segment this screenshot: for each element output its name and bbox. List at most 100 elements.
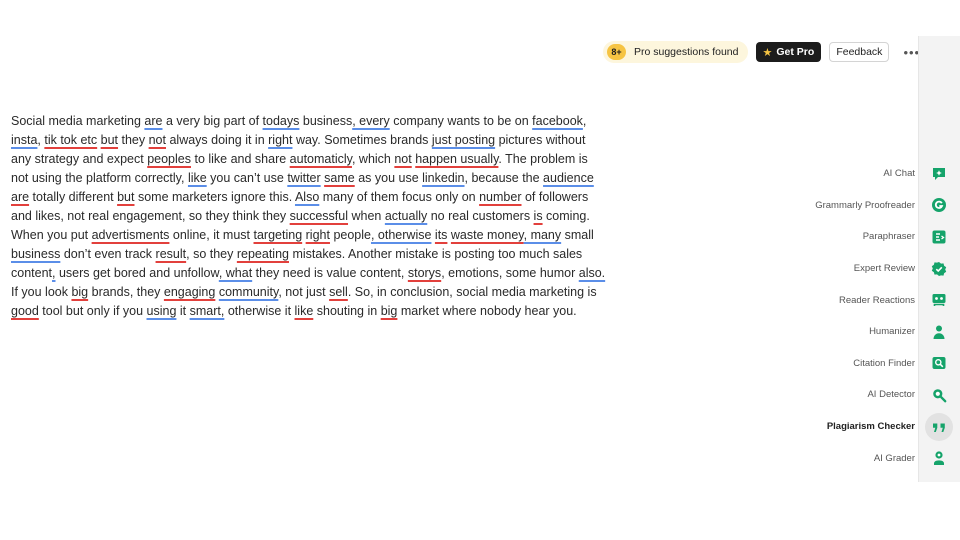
suggestion-highlight[interactable]: smart, — [190, 304, 225, 318]
text-segment: Social media marketing — [11, 114, 145, 128]
sidebar-item-ai-chat[interactable]: AI Chat — [760, 158, 960, 190]
error-highlight[interactable]: like — [295, 304, 314, 318]
sidebar-item-grammarly-proofreader[interactable]: Grammarly Proofreader — [760, 190, 960, 222]
text-segment: always doing it in — [166, 133, 269, 147]
text-line: content, users get bored and unfollow, w… — [11, 264, 651, 283]
text-segment: shouting in — [313, 304, 381, 318]
error-highlight[interactable]: peoples — [147, 152, 191, 166]
suggestion-highlight[interactable]: using — [147, 304, 177, 318]
text-line: not using the platform correctly, like y… — [11, 169, 651, 188]
suggestion-highlight[interactable]: just posting — [432, 133, 495, 147]
error-highlight[interactable]: same — [324, 171, 355, 185]
sidebar-item-expert-review[interactable]: Expert Review — [760, 253, 960, 285]
error-highlight[interactable]: but — [117, 190, 134, 204]
person-icon — [929, 322, 949, 342]
error-highlight[interactable]: waste money — [451, 228, 524, 242]
chat-icon — [929, 164, 949, 184]
text-segment: online, it must — [169, 228, 254, 242]
sidebar-item-citation-finder[interactable]: Citation Finder — [760, 348, 960, 380]
sidebar-item-label: AI Chat — [883, 168, 915, 180]
editor-page: 8+ Pro suggestions found ★ Get Pro Feedb… — [0, 0, 960, 540]
error-highlight[interactable]: not — [149, 133, 166, 147]
suggestion-highlight[interactable]: also. — [579, 266, 605, 280]
sidebar-item-label: AI Grader — [873, 452, 915, 464]
error-highlight[interactable]: big — [71, 285, 88, 299]
error-highlight[interactable]: is — [534, 209, 543, 223]
error-highlight[interactable]: good — [11, 304, 39, 318]
text-segment: , which — [351, 152, 395, 166]
suggestion-highlight[interactable]: todays — [263, 114, 300, 128]
error-highlight[interactable]: its — [435, 228, 448, 242]
suggestion-highlight[interactable]: like — [188, 171, 207, 185]
sidebar-item-label: Reader Reactions — [838, 294, 915, 306]
sidebar-item-plagiarism-checker[interactable]: Plagiarism Checker — [760, 411, 960, 443]
error-highlight[interactable]: advertisments — [92, 228, 170, 242]
suggestion-highlight[interactable]: , otherwise — [371, 228, 431, 242]
suggestion-highlight[interactable]: , many — [524, 228, 562, 242]
sidebar-item-label: Grammarly Proofreader — [815, 199, 915, 211]
suggestion-highlight[interactable]: linkedin — [422, 171, 464, 185]
error-highlight[interactable]: are — [11, 190, 29, 204]
error-highlight[interactable]: tik tok etc — [44, 133, 97, 147]
error-highlight[interactable]: happen usually — [415, 152, 498, 166]
suggestion-highlight[interactable]: community — [219, 285, 279, 299]
get-pro-button[interactable]: ★ Get Pro — [755, 42, 822, 62]
text-segment: you can’t use — [206, 171, 288, 185]
error-highlight[interactable]: right — [306, 228, 330, 242]
sidebar-item-label: Expert Review — [853, 263, 915, 275]
suggestion-highlight[interactable]: twitter — [287, 171, 320, 185]
sidebar-item-reader-reactions[interactable]: Reader Reactions — [760, 284, 960, 316]
error-highlight[interactable]: targeting — [254, 228, 303, 242]
sidebar-item-label: Citation Finder — [853, 357, 915, 369]
sidebar-item-humanizer[interactable]: Humanizer — [760, 316, 960, 348]
suggestion-highlight[interactable]: right — [268, 133, 292, 147]
suggestion-highlight[interactable]: are — [144, 114, 162, 128]
text-line: any strategy and expect peoples to like … — [11, 150, 651, 169]
text-segment: don’t even track — [60, 247, 156, 261]
error-highlight[interactable]: successful — [290, 209, 348, 223]
error-highlight[interactable]: repeating — [237, 247, 289, 261]
error-highlight[interactable]: not — [394, 152, 411, 166]
suggestion-highlight[interactable]: actually — [385, 209, 427, 223]
text-segment: tool but only if you — [38, 304, 147, 318]
text-segment: company wants to be on — [389, 114, 533, 128]
document-text[interactable]: Social media marketing are a very big pa… — [11, 112, 651, 321]
suggestion-highlight[interactable]: , every — [352, 114, 390, 128]
suggestion-highlight[interactable]: Also — [295, 190, 319, 204]
paraphraser-icon — [929, 227, 949, 247]
text-segment: market where nobody hear you. — [397, 304, 577, 318]
text-segment: of followers — [521, 190, 589, 204]
text-segment: otherwise it — [224, 304, 295, 318]
suggestion-highlight[interactable]: insta — [11, 133, 37, 147]
error-highlight[interactable]: sell — [329, 285, 348, 299]
suggestion-highlight[interactable]: , what — [219, 266, 252, 280]
text-segment: people — [329, 228, 371, 242]
text-segment: , so they — [186, 247, 237, 261]
error-highlight[interactable]: automaticly — [290, 152, 352, 166]
get-pro-label: Get Pro — [776, 46, 815, 58]
text-segment: When you put — [11, 228, 92, 242]
suggestion-highlight[interactable]: facebook — [532, 114, 583, 128]
suggestion-highlight[interactable]: business — [11, 247, 60, 261]
pro-suggestions-pill[interactable]: 8+ Pro suggestions found — [603, 41, 748, 63]
tools-sidebar: AI Chat Grammarly Proofreader Paraphrase… — [760, 158, 960, 474]
text-segment: many of them focus only on — [319, 190, 480, 204]
error-highlight[interactable]: result — [156, 247, 187, 261]
text-segment: and likes, not real engagement, so they … — [11, 209, 290, 223]
sidebar-item-ai-grader[interactable]: AI Grader — [760, 442, 960, 474]
text-line: business don’t even track result, so the… — [11, 245, 651, 264]
text-segment: If you look — [11, 285, 72, 299]
error-highlight[interactable]: storys — [408, 266, 441, 280]
suggestion-highlight[interactable]: audience — [543, 171, 594, 185]
error-highlight[interactable]: big — [381, 304, 398, 318]
sidebar-item-paraphraser[interactable]: Paraphraser — [760, 221, 960, 253]
text-segment: business — [299, 114, 353, 128]
text-line: Social media marketing are a very big pa… — [11, 112, 651, 131]
feedback-button[interactable]: Feedback — [829, 42, 890, 62]
text-segment: they — [118, 133, 149, 147]
error-highlight[interactable]: but — [101, 133, 118, 147]
text-segment: . The problem is — [498, 152, 588, 166]
error-highlight[interactable]: engaging — [164, 285, 215, 299]
error-highlight[interactable]: number — [479, 190, 521, 204]
sidebar-item-ai-detector[interactable]: AI Detector — [760, 379, 960, 411]
